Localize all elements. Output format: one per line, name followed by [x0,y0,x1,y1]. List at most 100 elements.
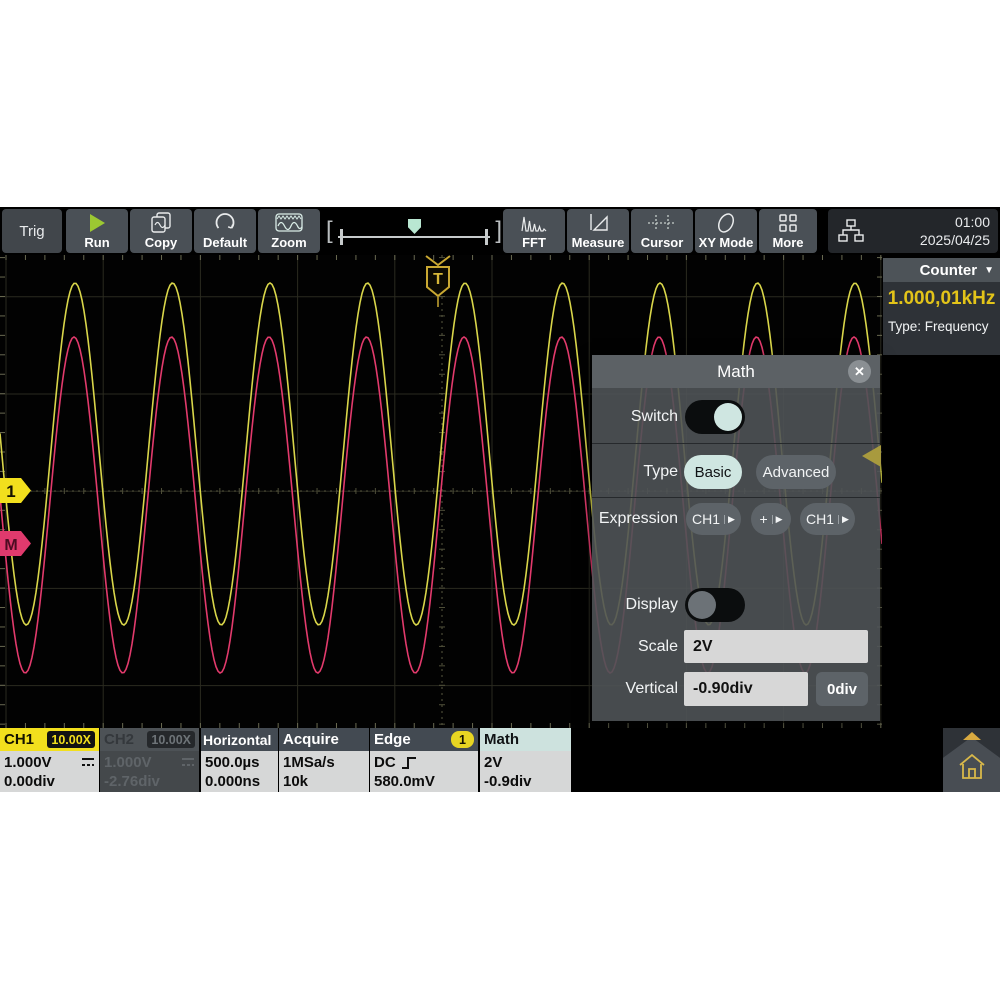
run-button[interactable]: Run [66,209,128,253]
dropdown-caret-icon: ▶ [724,515,735,524]
divider [592,497,880,498]
ch2-name: CH2 [104,731,134,748]
switch-row: Switch [592,400,880,434]
cursor-crosshair-icon [631,212,693,234]
chevron-down-icon: ▼ [984,265,994,276]
right-bracket: ] [495,217,502,245]
counter-panel: Counter ▼ 1.000,01kHz Type: Frequency [883,258,1000,355]
trigger-position-marker[interactable]: T [426,256,450,307]
network-icon[interactable] [838,219,864,248]
ch1-probe-badge: 10.00X [47,731,95,748]
default-label: Default [203,235,247,250]
copy-button[interactable]: Copy [130,209,192,253]
horizontal-position-slider[interactable]: [ ] [326,209,502,253]
trigger-title: Edge [374,731,411,748]
math-title: Math [484,731,519,748]
more-button[interactable]: More [759,209,817,253]
fft-label: FFT [522,235,546,250]
expr-operand1-select[interactable]: CH1 ▶ [686,503,741,535]
type-label: Type [592,455,678,489]
zoom-waveform-icon [258,212,320,234]
fft-button[interactable]: FFT [503,209,565,253]
collapse-up-icon[interactable] [963,732,981,740]
acquire-status-block[interactable]: Acquire 1MSa/s 10k [279,728,369,792]
scale-label: Scale [592,630,678,663]
type-basic-button[interactable]: Basic [684,455,742,489]
trigger-status-block[interactable]: Edge 1 DC 580.0mV [370,728,478,792]
ch1-volts: 1.000V [4,753,52,772]
cursor-label: Cursor [641,235,684,250]
horizontal-status-block[interactable]: Horizontal 500.0µs 0.000ns [201,728,278,792]
reset-icon [194,212,256,234]
display-label: Display [592,588,678,622]
xy-mode-button[interactable]: XY Mode [695,209,757,253]
math-scale: 2V [484,754,502,771]
ch2-offset: -2.76div [104,773,160,790]
math-status-block[interactable]: Math 2V -0.9div [480,728,571,792]
slider-thumb[interactable] [408,219,421,234]
dc-coupling-icon [81,757,95,768]
zoom-button[interactable]: Zoom [258,209,320,253]
vertical-value: -0.90div [693,680,753,698]
type-row: Type Basic Advanced [592,455,880,489]
divider [592,443,880,444]
math-dialog: Math ✕ Switch Type Basic Advanced Expres… [592,355,880,721]
top-toolbar: Trig Run Copy Default [0,207,1000,255]
measure-icon [567,212,629,234]
vertical-reset-button[interactable]: 0div [816,672,868,706]
rising-edge-icon [401,756,417,770]
fft-spectrum-icon [503,212,565,234]
expr-operand2-select[interactable]: CH1 ▶ [800,503,855,535]
expr-operator-select[interactable]: + ▶ [751,503,791,535]
ch1-offset: 0.00div [4,773,55,790]
more-grid-icon [759,212,817,234]
close-icon[interactable]: ✕ [848,360,871,383]
ch2-probe-badge: 10.00X [147,731,195,748]
math-offset: -0.9div [484,773,532,790]
trigger-t-label: T [433,271,443,288]
acquire-rate: 1MSa/s [283,754,335,771]
slider-track [338,236,490,238]
oscilloscope-screen: Trig Run Copy Default [0,207,1000,792]
dropdown-caret-icon: ▶ [772,515,783,524]
expr-operator-value: + [759,511,767,527]
vertical-label: Vertical [592,672,678,706]
expression-label: Expression [592,503,678,535]
vertical-input[interactable]: -0.90div [684,672,808,706]
type-basic-label: Basic [695,464,732,481]
time-text: 01:00 [920,213,990,231]
ch1-position-marker[interactable]: 1 [0,478,31,503]
horizontal-delay: 0.000ns [205,773,260,790]
expression-row: Expression CH1 ▶ + ▶ CH1 ▶ [592,503,880,535]
trig-button[interactable]: Trig [2,209,62,253]
play-icon [66,212,128,234]
trig-label: Trig [19,223,44,240]
counter-header[interactable]: Counter ▼ [883,258,1000,282]
math-marker-label: M [4,537,17,554]
ch1-status-block[interactable]: CH1 10.00X 1.000V 0.00div [0,728,99,792]
scale-input[interactable]: 2V [684,630,868,663]
counter-value: 1.000,01kHz [883,288,1000,310]
horizontal-title: Horizontal [203,732,271,748]
cursor-button[interactable]: Cursor [631,209,693,253]
ch2-status-block[interactable]: CH2 10.00X 1.000V -2.76div [100,728,199,792]
copy-icon [130,212,192,234]
expr-operand1-value: CH1 [692,511,720,527]
switch-label: Switch [592,400,678,434]
math-dialog-title: Math [717,362,755,382]
counter-title: Counter [920,262,978,279]
math-position-marker[interactable]: M [0,531,31,556]
measure-button[interactable]: Measure [567,209,629,253]
display-toggle[interactable] [685,588,745,622]
dropdown-caret-icon: ▶ [838,515,849,524]
trigger-level-arrow[interactable] [862,445,881,467]
acquire-title: Acquire [283,731,339,748]
default-button[interactable]: Default [194,209,256,253]
horizontal-scale: 500.0µs [205,754,260,771]
math-switch-toggle[interactable] [685,400,745,434]
home-icon[interactable] [957,752,987,782]
type-advanced-label: Advanced [763,464,830,481]
trigger-level: 580.0mV [374,773,435,790]
type-advanced-button[interactable]: Advanced [756,455,836,489]
date-text: 2025/04/25 [920,231,990,249]
